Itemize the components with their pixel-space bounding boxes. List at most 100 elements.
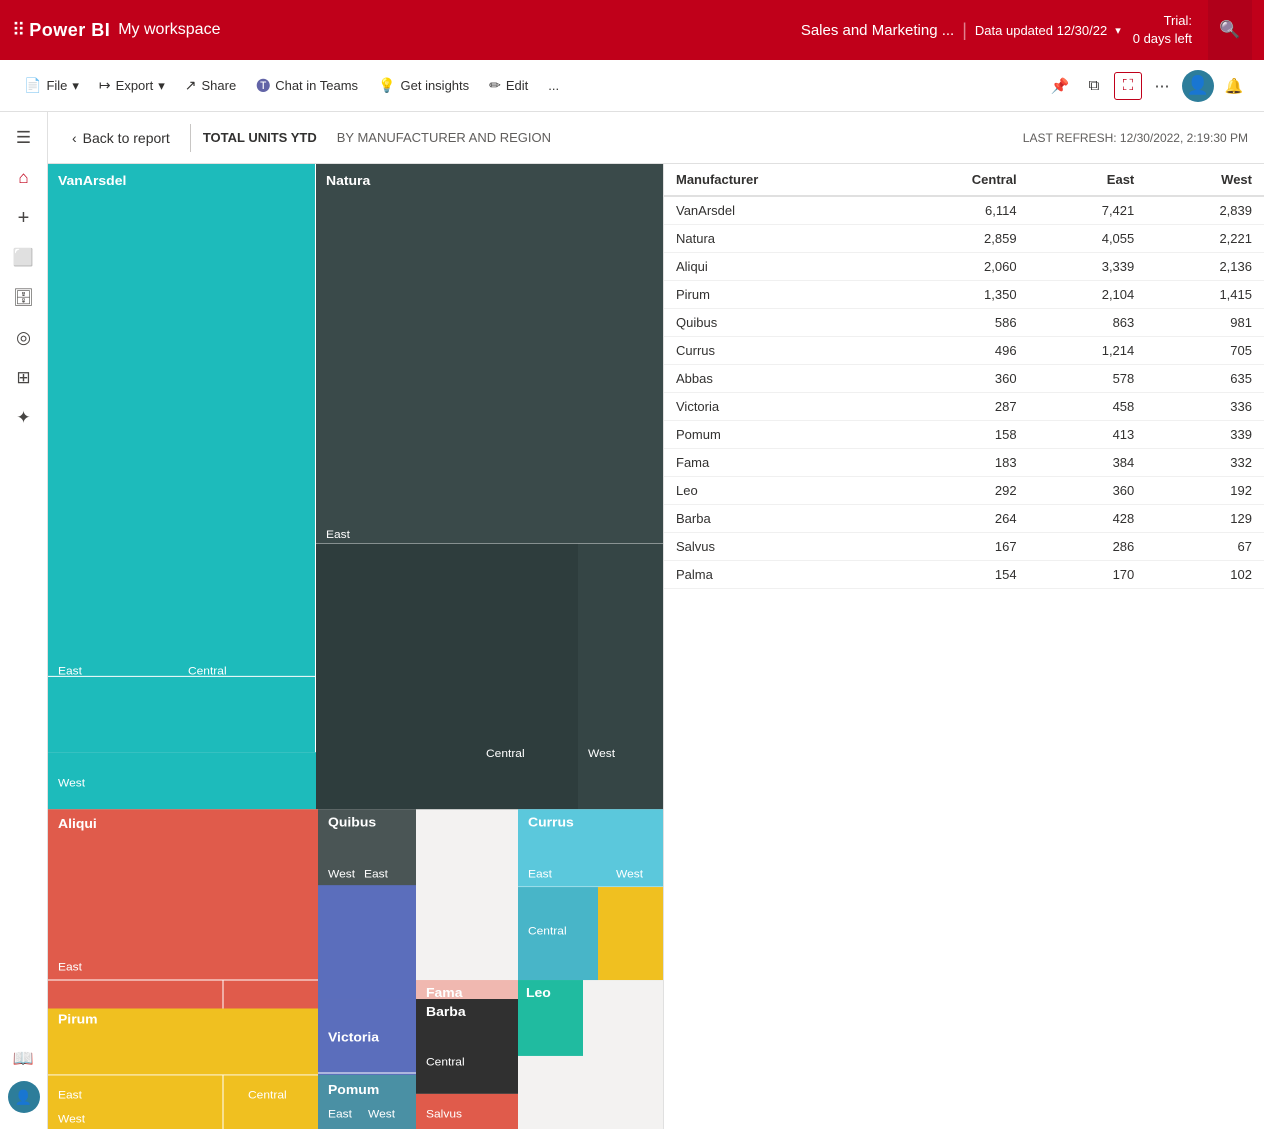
treemap-cell-barba[interactable]: [416, 999, 518, 1094]
table-cell-12-3[interactable]: 67: [1146, 533, 1264, 561]
treemap-cell-natura[interactable]: [316, 164, 663, 563]
sidebar-item-data[interactable]: 🗄: [6, 280, 42, 316]
insights-button[interactable]: 💡 Get insights: [370, 72, 477, 99]
sidebar-item-browse[interactable]: ⬜: [6, 240, 42, 276]
table-cell-4-2[interactable]: 863: [1029, 309, 1147, 337]
table-cell-1-2[interactable]: 4,055: [1029, 225, 1147, 253]
table-cell-11-1[interactable]: 264: [885, 505, 1028, 533]
table-cell-5-0[interactable]: Currus: [664, 337, 885, 365]
table-cell-2-2[interactable]: 3,339: [1029, 253, 1147, 281]
table-cell-1-0[interactable]: Natura: [664, 225, 885, 253]
table-cell-11-2[interactable]: 428: [1029, 505, 1147, 533]
table-cell-13-0[interactable]: Palma: [664, 561, 885, 589]
col-central[interactable]: Central: [885, 164, 1028, 196]
table-cell-2-3[interactable]: 2,136: [1146, 253, 1264, 281]
options-icon[interactable]: ⋯: [1148, 72, 1176, 100]
table-cell-13-1[interactable]: 154: [885, 561, 1028, 589]
table-cell-10-3[interactable]: 192: [1146, 477, 1264, 505]
table-cell-3-3[interactable]: 1,415: [1146, 281, 1264, 309]
sidebar-item-apps[interactable]: ⊞: [6, 360, 42, 396]
table-cell-7-0[interactable]: Victoria: [664, 393, 885, 421]
table-cell-12-1[interactable]: 167: [885, 533, 1028, 561]
back-to-report-button[interactable]: ‹ Back to report: [64, 125, 178, 151]
table-cell-2-1[interactable]: 2,060: [885, 253, 1028, 281]
treemap-cell-currus-yellow[interactable]: [598, 887, 663, 980]
table-cell-6-0[interactable]: Abbas: [664, 365, 885, 393]
table-cell-1-1[interactable]: 2,859: [885, 225, 1028, 253]
treemap-cell-vanarsdel-west[interactable]: [48, 752, 316, 809]
table-cell-4-0[interactable]: Quibus: [664, 309, 885, 337]
table-cell-3-0[interactable]: Pirum: [664, 281, 885, 309]
table-cell-5-3[interactable]: 705: [1146, 337, 1264, 365]
table-cell-10-1[interactable]: 292: [885, 477, 1028, 505]
table-cell-8-0[interactable]: Pomum: [664, 421, 885, 449]
sidebar-item-create[interactable]: +: [6, 200, 42, 236]
table-cell-10-2[interactable]: 360: [1029, 477, 1147, 505]
share-button[interactable]: ↗ Share: [177, 72, 244, 99]
sidebar-item-home[interactable]: ⌂: [6, 160, 42, 196]
table-cell-5-2[interactable]: 1,214: [1029, 337, 1147, 365]
sidebar-item-goals[interactable]: ◎: [6, 320, 42, 356]
table-cell-9-3[interactable]: 332: [1146, 449, 1264, 477]
more-button[interactable]: ...: [540, 73, 567, 98]
tab-by-manufacturer[interactable]: BY MANUFACTURER AND REGION: [337, 130, 551, 145]
table-cell-6-3[interactable]: 635: [1146, 365, 1264, 393]
file-button[interactable]: 📄 File ▾: [16, 72, 87, 99]
table-cell-0-3[interactable]: 2,839: [1146, 196, 1264, 225]
table-cell-10-0[interactable]: Leo: [664, 477, 885, 505]
table-cell-4-1[interactable]: 586: [885, 309, 1028, 337]
table-cell-7-1[interactable]: 287: [885, 393, 1028, 421]
table-cell-6-1[interactable]: 360: [885, 365, 1028, 393]
table-cell-0-2[interactable]: 7,421: [1029, 196, 1147, 225]
table-cell-11-3[interactable]: 129: [1146, 505, 1264, 533]
col-east[interactable]: East: [1029, 164, 1147, 196]
table-cell-9-0[interactable]: Fama: [664, 449, 885, 477]
treemap-cell-vanarsdel-main[interactable]: [48, 164, 316, 752]
table-cell-2-0[interactable]: Aliqui: [664, 253, 885, 281]
col-manufacturer[interactable]: Manufacturer: [664, 164, 885, 196]
edit-button[interactable]: ✏ Edit: [481, 72, 536, 99]
notifications-icon[interactable]: 🔔: [1220, 72, 1248, 100]
table-cell-12-2[interactable]: 286: [1029, 533, 1147, 561]
col-west[interactable]: West: [1146, 164, 1264, 196]
pin-icon[interactable]: 📌: [1046, 72, 1074, 100]
app-launcher-icon[interactable]: ⠿: [12, 20, 25, 41]
table-cell-8-2[interactable]: 413: [1029, 421, 1147, 449]
duplicate-icon[interactable]: ⧉: [1080, 72, 1108, 100]
avatar[interactable]: 👤: [1182, 70, 1214, 102]
treemap-cell-natura-central[interactable]: [316, 544, 578, 810]
treemap-cell-natura-west[interactable]: [578, 544, 663, 810]
table-cell-0-0[interactable]: VanArsdel: [664, 196, 885, 225]
table-cell-13-3[interactable]: 102: [1146, 561, 1264, 589]
tab-total-units-ytd[interactable]: TOTAL UNITS YTD: [203, 130, 317, 145]
data-updated-arrow[interactable]: ▾: [1115, 24, 1121, 37]
sidebar-item-hamburger[interactable]: ☰: [6, 120, 42, 156]
treemap-cell-victoria[interactable]: [318, 885, 416, 999]
table-cell-6-2[interactable]: 578: [1029, 365, 1147, 393]
table-cell-5-1[interactable]: 496: [885, 337, 1028, 365]
chat-teams-button[interactable]: 🅣 Chat in Teams: [248, 71, 366, 101]
focus-mode-icon[interactable]: ⛶: [1114, 72, 1142, 100]
table-cell-8-1[interactable]: 158: [885, 421, 1028, 449]
table-cell-1-3[interactable]: 2,221: [1146, 225, 1264, 253]
treemap-cell-pomum[interactable]: [318, 1075, 416, 1129]
table-cell-12-0[interactable]: Salvus: [664, 533, 885, 561]
data-updated[interactable]: Data updated 12/30/22: [975, 23, 1107, 38]
table-cell-13-2[interactable]: 170: [1029, 561, 1147, 589]
search-button[interactable]: 🔍: [1208, 0, 1252, 60]
table-cell-9-2[interactable]: 384: [1029, 449, 1147, 477]
table-cell-0-1[interactable]: 6,114: [885, 196, 1028, 225]
table-cell-7-3[interactable]: 336: [1146, 393, 1264, 421]
table-cell-8-3[interactable]: 339: [1146, 421, 1264, 449]
treemap-cell-leo[interactable]: [518, 980, 583, 1056]
table-cell-9-1[interactable]: 183: [885, 449, 1028, 477]
treemap-cell-salvus[interactable]: [416, 1094, 518, 1129]
export-button[interactable]: ↦ Export ▾: [91, 72, 173, 99]
table-cell-7-2[interactable]: 458: [1029, 393, 1147, 421]
table-cell-3-2[interactable]: 2,104: [1029, 281, 1147, 309]
table-cell-11-0[interactable]: Barba: [664, 505, 885, 533]
treemap-cell-pirum[interactable]: [48, 1008, 318, 1129]
sidebar-avatar[interactable]: 👤: [8, 1081, 40, 1113]
sidebar-item-learn[interactable]: ✦: [6, 400, 42, 436]
sidebar-item-workspaces[interactable]: 📖: [6, 1041, 42, 1077]
